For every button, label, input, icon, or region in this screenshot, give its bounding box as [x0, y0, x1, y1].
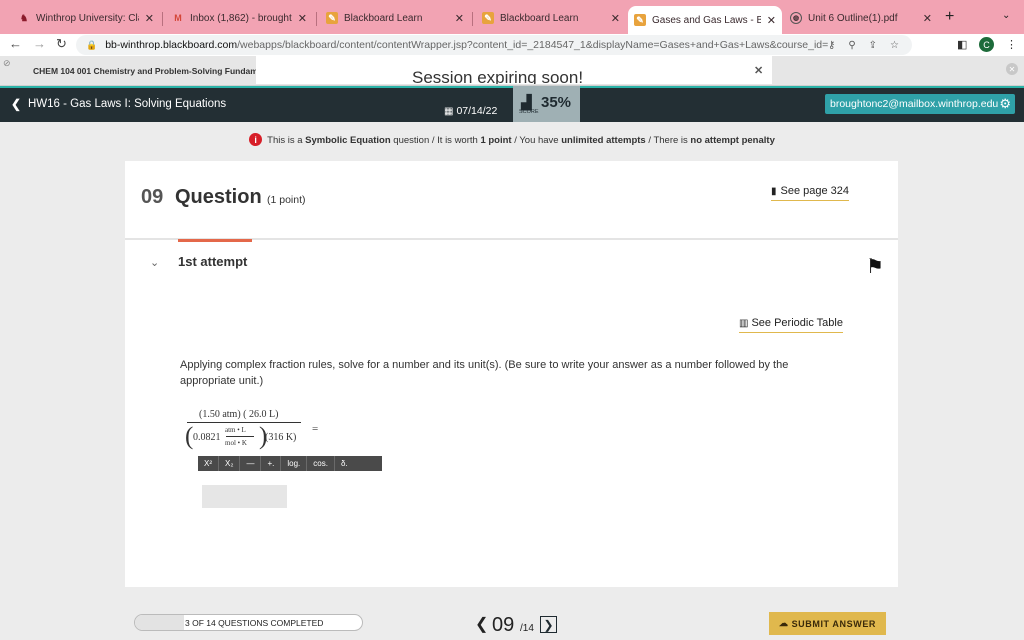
- browser-tab-strip: ♞ Winthrop University: Clara ✕ M Inbox (…: [0, 0, 1024, 34]
- attempt-tab-accent: [178, 239, 252, 242]
- attempt-label[interactable]: 1st attempt: [178, 254, 247, 269]
- unit-numerator: atm • L: [225, 426, 246, 434]
- question-card: 09 Question (1 point) ▮ See page 324 ⌄ 1s…: [125, 161, 898, 587]
- assignment-title[interactable]: HW16 - Gas Laws I: Solving Equations: [28, 98, 226, 110]
- browser-tab-winthrop[interactable]: ♞ Winthrop University: Clara ✕: [12, 6, 160, 30]
- course-link-icon: ⊘: [3, 58, 11, 68]
- next-question-chevron-icon[interactable]: ❯: [540, 616, 557, 633]
- submit-answer-button[interactable]: ☁ SUBMIT ANSWER: [769, 612, 886, 635]
- question-header: 09 Question (1 point) ▮ See page 324: [125, 161, 898, 240]
- url-text: bb-winthrop.blackboard.com/webapps/black…: [105, 39, 828, 51]
- url-bar[interactable]: 🔒 bb-winthrop.blackboard.com/webapps/bla…: [76, 35, 912, 55]
- bookmark-star-icon[interactable]: ☆: [890, 40, 899, 51]
- operators-button[interactable]: +.: [261, 456, 282, 471]
- browser-tab-blackboard-2[interactable]: ✎ Blackboard Learn ✕: [476, 6, 626, 30]
- blackboard-icon: ✎: [482, 12, 494, 24]
- gmail-icon: M: [174, 13, 182, 23]
- back-chevron-icon[interactable]: ❮: [11, 97, 21, 111]
- superscript-button[interactable]: X²: [198, 456, 219, 471]
- browser-tab-blackboard-1[interactable]: ✎ Blackboard Learn ✕: [320, 6, 470, 30]
- zoom-icon[interactable]: ⚲: [848, 40, 855, 51]
- address-bar-row: ← → ↻ 🔒 bb-winthrop.blackboard.com/webap…: [0, 34, 1024, 56]
- unit-denominator: mol • K: [225, 439, 247, 447]
- book-icon: ▮: [771, 186, 777, 197]
- profile-avatar[interactable]: C: [979, 37, 994, 52]
- equation-toolbar: X² X₂ — +. log. cos. δ.: [198, 456, 382, 471]
- flag-icon[interactable]: ⚑: [866, 254, 884, 279]
- progress-fill: [135, 615, 184, 630]
- calendar-icon: ▦: [444, 106, 454, 117]
- session-close-icon[interactable]: ✕: [754, 64, 763, 77]
- winthrop-icon: ♞: [19, 12, 29, 23]
- greek-button[interactable]: δ.: [335, 456, 354, 471]
- close-icon[interactable]: ✕: [923, 12, 932, 25]
- info-alert-icon: i: [249, 133, 263, 146]
- key-icon[interactable]: ⚷: [828, 40, 835, 51]
- session-expiring-banner: Session expiring soon! ✕: [256, 56, 772, 84]
- due-date: ▦ 07/14/22: [444, 105, 498, 117]
- question-info-line: i This is a Symbolic Equation question / …: [0, 133, 1024, 150]
- trig-button[interactable]: cos.: [307, 456, 335, 471]
- back-arrow-icon[interactable]: ←: [9, 36, 22, 51]
- progress-text: 3 OF 14 QUESTIONS COMPLETED: [185, 618, 324, 628]
- tab-menu-chevron-down-icon[interactable]: ⌄: [1002, 10, 1010, 21]
- new-tab-plus-icon[interactable]: +: [945, 8, 954, 26]
- browser-tab-gmail[interactable]: M Inbox (1,862) - broughtonc ✕: [166, 6, 313, 30]
- complex-fraction-equation: (1.50 atm) ( 26.0 L) ( 0.0821 atm • L mo…: [185, 409, 319, 450]
- see-periodic-table-link[interactable]: ▥ See Periodic Table: [739, 317, 843, 333]
- cloud-upload-icon: ☁: [778, 618, 789, 628]
- score-percent: 35%: [541, 94, 572, 111]
- unit-fraction-bar: [226, 436, 254, 437]
- fraction-button[interactable]: —: [240, 456, 262, 471]
- total-questions: /14: [520, 623, 534, 634]
- equals-sign: =: [312, 423, 319, 435]
- gas-constant: 0.0821: [193, 432, 221, 443]
- lock-icon: 🔒: [86, 39, 98, 50]
- close-icon[interactable]: ✕: [298, 12, 307, 25]
- gear-icon: ⚙: [999, 96, 1011, 111]
- assignment-header: ❮ HW16 - Gas Laws I: Solving Equations ▦…: [0, 86, 1024, 122]
- blackboard-icon: ✎: [634, 14, 646, 26]
- close-icon[interactable]: ✕: [611, 12, 620, 25]
- answer-input[interactable]: [202, 485, 287, 508]
- globe-icon: ◍: [790, 12, 802, 24]
- browser-tab-unit6-pdf[interactable]: ◍ Unit 6 Outline(1).pdf ✕: [784, 6, 938, 30]
- current-question-number: 09: [492, 614, 515, 636]
- question-prompt: Applying complex fraction rules, solve f…: [180, 359, 789, 387]
- periodic-table-icon: ▥: [739, 318, 749, 329]
- equation-numerator: (1.50 atm) ( 26.0 L): [199, 409, 279, 420]
- sidepanel-icon[interactable]: ◧: [957, 38, 967, 51]
- reload-icon[interactable]: ↻: [56, 36, 67, 52]
- score-box: ▟ SCORE 35%: [513, 86, 580, 122]
- log-button[interactable]: log.: [281, 456, 308, 471]
- user-account-button[interactable]: broughtonc2@mailbox.winthrop.edu ⚙: [825, 94, 1015, 114]
- close-icon[interactable]: ✕: [145, 12, 154, 25]
- score-label: SCORE: [519, 109, 539, 115]
- close-icon[interactable]: ✕: [767, 14, 776, 27]
- browser-menu-icon[interactable]: ⋮: [1006, 38, 1017, 51]
- browser-tab-gases-active[interactable]: ✎ Gases and Gas Laws - Blac ✕: [628, 6, 782, 34]
- blackboard-icon: ✎: [326, 12, 338, 24]
- previous-question-chevron-icon[interactable]: ❮: [475, 614, 488, 634]
- session-message: Session expiring soon!: [412, 68, 584, 84]
- close-icon[interactable]: ✕: [455, 12, 464, 25]
- question-number: 09: [141, 186, 164, 208]
- share-icon[interactable]: ⇪: [869, 40, 877, 51]
- course-close-icon[interactable]: ✕: [1006, 63, 1018, 75]
- question-heading: Question: [175, 186, 262, 208]
- progress-bar: 3 OF 14 QUESTIONS COMPLETED: [134, 614, 363, 631]
- forward-arrow-icon[interactable]: →: [33, 36, 46, 51]
- fraction-bar: [187, 422, 301, 423]
- temperature-term: (316 K): [265, 432, 297, 443]
- question-points: (1 point): [267, 194, 306, 206]
- course-title[interactable]: CHEM 104 001 Chemistry and Problem-Solvi…: [33, 66, 257, 76]
- chevron-down-icon[interactable]: ⌄: [150, 256, 159, 269]
- see-page-link[interactable]: ▮ See page 324: [771, 185, 850, 201]
- subscript-button[interactable]: X₂: [219, 456, 241, 471]
